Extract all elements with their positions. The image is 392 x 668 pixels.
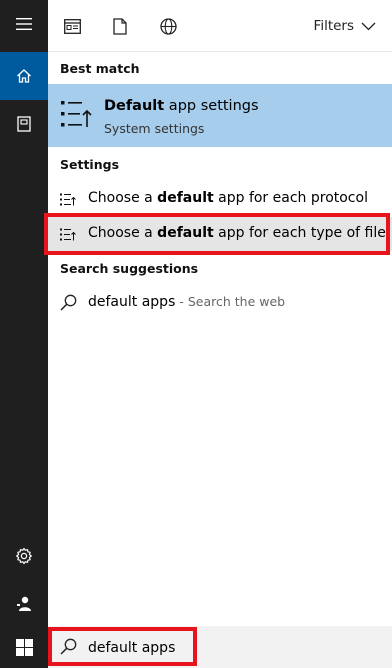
search-icon: [60, 638, 77, 655]
filters-dropdown[interactable]: Filters: [314, 18, 376, 34]
settings-header: Settings: [60, 157, 120, 172]
search-input[interactable]: default apps: [88, 640, 175, 656]
filters-label: Filters: [313, 18, 354, 34]
best-match-result[interactable]: Default app settings System settings: [48, 84, 392, 147]
apps-filter-button[interactable]: [62, 16, 82, 36]
default-apps-icon: [61, 101, 92, 127]
best-match-subtitle: System settings: [104, 121, 205, 136]
search-box[interactable]: default apps: [48, 626, 392, 668]
best-match-header: Best match: [60, 61, 140, 76]
notebook-icon: [17, 116, 31, 132]
menu-button[interactable]: [0, 0, 48, 48]
globe-icon: [159, 17, 177, 35]
home-icon: [17, 69, 31, 83]
search-icon: [60, 294, 77, 311]
default-apps-small-icon: [60, 228, 76, 241]
feedback-button[interactable]: [0, 580, 48, 628]
setting-result-label: Choose a default app for each protocol: [88, 190, 368, 206]
notebook-button[interactable]: [0, 100, 48, 148]
start-button[interactable]: [0, 626, 48, 668]
chevron-down-icon: [361, 22, 376, 30]
filter-toolbar: Filters: [48, 0, 392, 52]
documents-filter-button[interactable]: [110, 16, 130, 36]
hamburger-icon: [16, 18, 32, 30]
left-rail: [0, 0, 48, 668]
web-suggestion-label: default apps - Search the web: [88, 294, 286, 310]
setting-result-protocol[interactable]: Choose a default app for each protocol: [48, 182, 392, 216]
setting-result-label: Choose a default app for each type of fi…: [88, 225, 386, 241]
feedback-icon: [17, 596, 31, 611]
web-filter-button[interactable]: [158, 16, 178, 36]
app-window-icon: [63, 18, 81, 34]
default-apps-small-icon: [60, 193, 76, 206]
windows-logo-icon: [15, 638, 33, 656]
setting-result-file-type[interactable]: Choose a default app for each type of fi…: [48, 217, 392, 251]
web-suggestion[interactable]: default apps - Search the web: [48, 287, 392, 319]
search-suggestions-header: Search suggestions: [60, 261, 199, 276]
settings-button[interactable]: [0, 532, 48, 580]
home-button[interactable]: [0, 52, 48, 100]
best-match-title: Default app settings: [104, 98, 259, 114]
gear-icon: [15, 547, 33, 565]
document-icon: [113, 17, 127, 35]
